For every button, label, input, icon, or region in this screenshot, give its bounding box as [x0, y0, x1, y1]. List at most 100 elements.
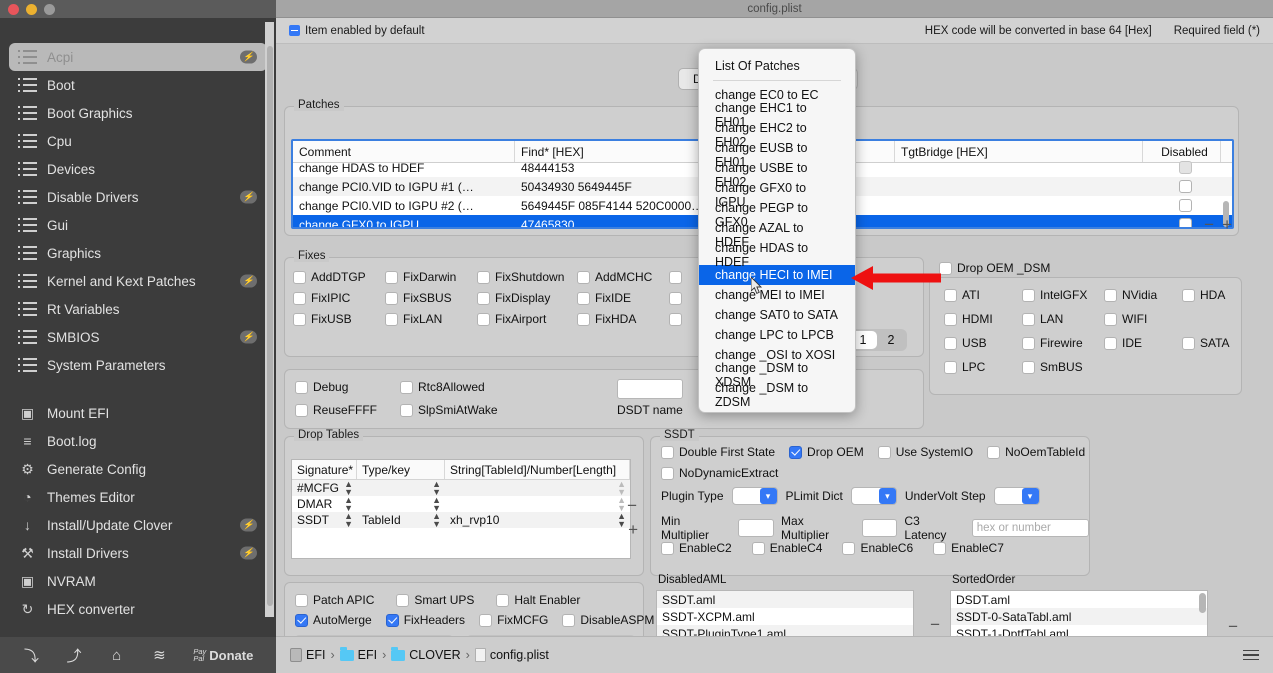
fix-fixlan[interactable]: FixLAN	[385, 312, 477, 326]
checkbox[interactable]	[1022, 312, 1035, 326]
fix-fixshutdown[interactable]: FixShutdown	[477, 270, 577, 284]
cell-type[interactable]: TableId ▲ ▼	[357, 512, 445, 529]
option-slpsmiatwake[interactable]: SlpSmiAtWake	[400, 403, 498, 417]
column-type-key[interactable]: Type/key	[357, 460, 445, 479]
share-icon[interactable]: ≋	[138, 646, 181, 664]
menu-item-change-lpc-to-lpcb[interactable]: change LPC to LPCB	[699, 325, 855, 345]
import-icon[interactable]: ⤵	[10, 645, 53, 666]
sidebar-item-gui[interactable]: Gui	[9, 211, 267, 239]
undervolt-step-select[interactable]	[993, 487, 1040, 505]
cell-disabled[interactable]	[1143, 161, 1221, 174]
ssdt-enablec6[interactable]: EnableC6	[842, 541, 913, 555]
cell-signature[interactable]: #MCFG ▲ ▼	[292, 480, 357, 497]
option-automerge[interactable]: AutoMerge	[295, 613, 372, 627]
cell-type[interactable]: ▲ ▼	[357, 496, 445, 513]
drop-oem-dsm-toggle[interactable]: Drop OEM _DSM	[939, 261, 1050, 275]
menu-item-change-dsm-to-zdsm[interactable]: change _DSM to ZDSM	[699, 381, 855, 409]
checkbox[interactable]	[562, 613, 576, 627]
checkbox[interactable]	[1104, 336, 1117, 350]
breadcrumb-efi-folder[interactable]: EFI	[339, 646, 377, 662]
oem-firewire[interactable]: Firewire	[1022, 336, 1104, 350]
checkbox[interactable]	[293, 270, 306, 284]
cell-signature[interactable]: DMAR ▲ ▼	[292, 496, 357, 513]
option-smart-ups[interactable]: Smart UPS	[396, 593, 474, 607]
oem-ide[interactable]: IDE	[1104, 336, 1182, 350]
checkbox[interactable]	[944, 288, 957, 302]
home-icon[interactable]: ⌂	[95, 647, 138, 664]
checkbox[interactable]	[1022, 288, 1035, 302]
checkbox[interactable]	[669, 270, 682, 284]
sidebar-item-rt-variables[interactable]: Rt Variables	[9, 295, 267, 323]
remove-disabled-aml-button[interactable]: −	[930, 616, 940, 633]
table-row[interactable]: SSDT ▲ ▼ TableId ▲ ▼ xh_rvp10 ▲ ▼	[292, 512, 630, 529]
export-icon[interactable]: ⤴	[53, 645, 96, 666]
drop-tables-table[interactable]: Signature* Type/key String[TableId]/Numb…	[291, 459, 631, 559]
row-disabled-checkbox[interactable]	[1178, 161, 1192, 174]
dsdt-name-input[interactable]	[617, 379, 683, 399]
checkbox[interactable]	[577, 312, 590, 326]
ssdt-enablec4[interactable]: EnableC4	[751, 541, 822, 555]
checkbox[interactable]	[496, 593, 510, 607]
checkbox[interactable]	[751, 541, 765, 555]
maximize-window-button[interactable]	[44, 3, 55, 15]
checkbox[interactable]	[1022, 336, 1035, 350]
sidebar-item-install-update-clover[interactable]: ↓ Install/Update Clover ⚡	[9, 511, 267, 539]
table-row[interactable]: #MCFG ▲ ▼ ▲ ▼ ▲ ▼	[292, 480, 630, 497]
oem-sata[interactable]: SATA	[1182, 336, 1252, 350]
column-signature[interactable]: Signature*	[292, 460, 357, 479]
plimit-dict-select[interactable]	[850, 487, 897, 505]
fix-fixdisplay[interactable]: FixDisplay	[477, 291, 577, 305]
checkbox[interactable]	[669, 312, 682, 326]
checkbox[interactable]	[1104, 288, 1117, 302]
fix-fixsbus[interactable]: FixSBUS	[385, 291, 477, 305]
stepper-icon[interactable]: ▲ ▼	[617, 512, 626, 529]
fix-addmchc[interactable]: AddMCHC	[577, 270, 669, 284]
checkbox[interactable]	[477, 270, 490, 284]
option-fixmcfg[interactable]: FixMCFG	[479, 613, 548, 627]
checkbox[interactable]	[842, 541, 856, 555]
stepper-icon[interactable]: ▲ ▼	[617, 496, 626, 513]
oem-usb[interactable]: USB	[944, 336, 1022, 350]
stepper-icon[interactable]: ▲ ▼	[344, 496, 353, 513]
sidebar-item-acpi[interactable]: Acpi ⚡	[9, 43, 267, 71]
fix-fixhda[interactable]: FixHDA	[577, 312, 669, 326]
stepper-icon[interactable]: ▲ ▼	[432, 480, 441, 497]
cell-disabled[interactable]	[1143, 199, 1221, 212]
oem-hda[interactable]: HDA	[1182, 288, 1252, 302]
checkbox[interactable]	[295, 403, 308, 417]
oem-ati[interactable]: ATI	[944, 288, 1022, 302]
ssdt-drop-oem[interactable]: Drop OEM	[789, 445, 864, 459]
max-multiplier-input[interactable]	[861, 519, 898, 537]
checkbox[interactable]	[477, 291, 490, 305]
ssdt-use-systemio[interactable]: Use SystemIO	[877, 445, 973, 459]
oem-lpc[interactable]: LPC	[944, 360, 1022, 374]
stepper-icon[interactable]: ▲ ▼	[432, 512, 441, 529]
checkbox[interactable]	[396, 593, 410, 607]
oem-lan[interactable]: LAN	[1022, 312, 1104, 326]
checkbox[interactable]	[661, 466, 674, 480]
ssdt-nodynamicextract[interactable]: NoDynamicExtract	[661, 466, 778, 480]
checkbox[interactable]	[944, 336, 957, 350]
column-disabled[interactable]: Disabled	[1143, 141, 1221, 162]
checkbox[interactable]	[385, 312, 398, 326]
sidebar-item-generate-config[interactable]: ⚙ Generate Config	[9, 455, 267, 483]
checkbox[interactable]	[661, 445, 674, 459]
sidebar-item-mount-efi[interactable]: ▣ Mount EFI	[9, 399, 267, 427]
checkbox[interactable]	[295, 380, 308, 394]
fixes-page-2[interactable]: 2	[877, 331, 905, 349]
close-window-button[interactable]	[8, 3, 19, 15]
sidebar-item-themes-editor[interactable]: ◔ Themes Editor	[9, 483, 267, 511]
menu-item-change-hdas-to-hdef[interactable]: change HDAS to HDEF	[699, 241, 855, 269]
stepper-icon[interactable]: ▲ ▼	[617, 480, 626, 497]
sidebar-item-kernel-and-kext-patches[interactable]: Kernel and Kext Patches ⚡	[9, 267, 267, 295]
min-multiplier-input[interactable]	[738, 519, 775, 537]
checkbox[interactable]	[400, 403, 413, 417]
checkbox[interactable]	[385, 270, 398, 284]
ssdt-double-first-state[interactable]: Double First State	[661, 445, 775, 459]
list-of-patches-menu[interactable]: List Of Patches change EC0 to EC change …	[698, 48, 856, 413]
row-disabled-checkbox[interactable]	[1178, 218, 1192, 227]
sidebar-item-smbios[interactable]: SMBIOS ⚡	[9, 323, 267, 351]
checkbox[interactable]	[295, 593, 308, 607]
row-disabled-checkbox[interactable]	[1178, 180, 1192, 193]
breadcrumb-config-plist[interactable]: config.plist	[474, 648, 549, 662]
